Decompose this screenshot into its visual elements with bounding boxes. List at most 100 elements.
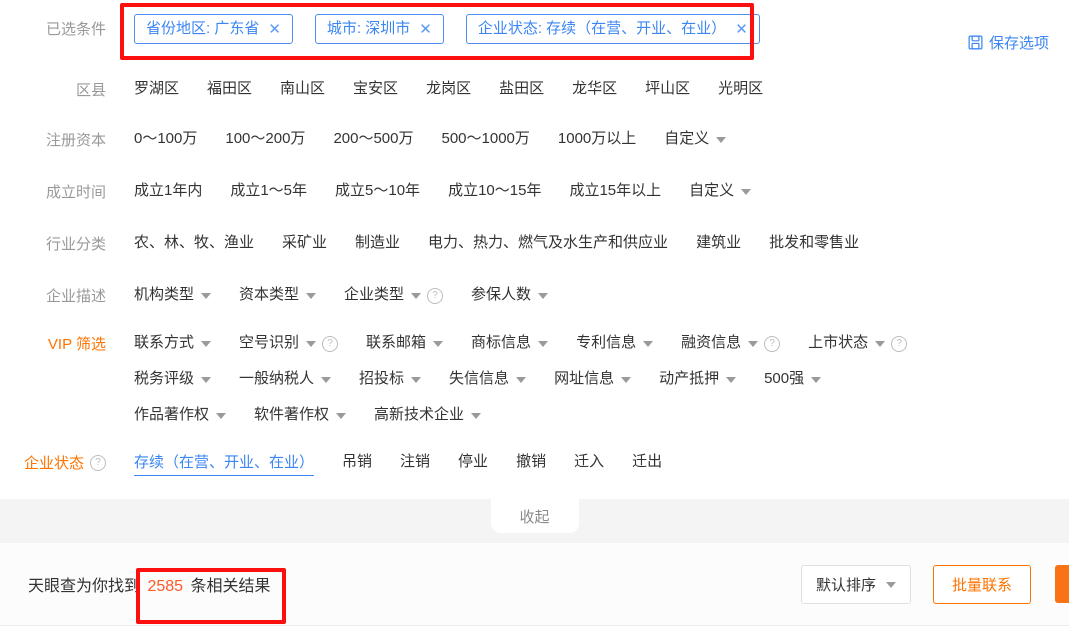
industry-option-5[interactable]: 批发和零售业 — [769, 229, 859, 257]
industry-option-3[interactable]: 电力、热力、燃气及水生产和供应业 — [428, 229, 668, 257]
close-icon[interactable]: ✕ — [268, 22, 281, 37]
filter-label-status: 企业状态 — [23, 454, 84, 472]
vip-option-1-3[interactable]: 失信信息 — [449, 365, 527, 393]
district-option-8[interactable]: 光明区 — [718, 75, 763, 103]
founded-option-label: 成立15年以上 — [569, 182, 662, 199]
vip-option-0-0[interactable]: 联系方式 — [134, 329, 212, 357]
district-option-1[interactable]: 福田区 — [207, 75, 252, 103]
status-option-1[interactable]: 吊销 — [342, 448, 372, 476]
help-icon[interactable]: ? — [90, 455, 106, 471]
bulk-contact-button[interactable]: 批量联系 — [932, 564, 1031, 604]
tag-label: 省份地区: 广东省 — [146, 20, 260, 37]
sort-dropdown[interactable]: 默认排序 — [800, 564, 911, 604]
district-option-label: 龙岗区 — [426, 80, 472, 97]
vip-option-2-1[interactable]: 软件著作权 — [254, 401, 347, 429]
status-option-2[interactable]: 注销 — [400, 448, 430, 476]
side-action-button[interactable] — [1055, 565, 1069, 603]
description-option-3[interactable]: 参保人数 — [471, 281, 549, 309]
capital-option-custom-5[interactable]: 自定义 — [664, 125, 727, 153]
industry-option-2[interactable]: 制造业 — [355, 229, 400, 257]
results-summary: 天眼查为你找到 2585 条相关结果 — [0, 572, 271, 596]
industry-option-0[interactable]: 农、林、牧、渔业 — [134, 229, 254, 257]
close-icon[interactable]: ✕ — [735, 22, 748, 37]
vip-option-1-label: 招投标 — [359, 370, 405, 387]
status-option-4[interactable]: 撤销 — [516, 448, 546, 476]
vip-option-0-5[interactable]: 融资信息? — [681, 329, 781, 357]
founded-option-custom-5[interactable]: 自定义 — [689, 177, 752, 205]
vip-line-1: 税务评级 一般纳税人 招投标 失信信息 网址信息 动产抵押 500强 — [134, 365, 849, 393]
description-option-2[interactable]: 企业类型? — [344, 281, 444, 309]
vip-option-1-6[interactable]: 500强 — [764, 365, 822, 393]
vip-option-1-0[interactable]: 税务评级 — [134, 365, 212, 393]
capital-option-4[interactable]: 1000万以上 — [558, 125, 636, 153]
help-icon[interactable]: ? — [764, 336, 781, 352]
district-option-3[interactable]: 宝安区 — [353, 75, 398, 103]
vip-option-2-2[interactable]: 高新技术企业 — [374, 401, 482, 429]
close-icon[interactable]: ✕ — [419, 22, 432, 37]
capital-option-label: 500～1000万 — [441, 130, 530, 147]
help-icon[interactable]: ? — [322, 336, 339, 352]
district-option-2[interactable]: 南山区 — [280, 75, 325, 103]
filter-options-capital: 0～100万 100～200万 200～500万 500～1000万 1000万以上 自定… — [106, 125, 1069, 153]
vip-option-0-6[interactable]: 上市状态? — [808, 329, 908, 357]
help-icon[interactable]: ? — [891, 336, 908, 352]
filter-row-district: 区县 罗湖区 福田区 南山区 宝安区 龙岗区 盐田区 龙华区 坪山区 光明区 — [0, 65, 1069, 113]
vip-option-0-label: 联系邮箱 — [366, 334, 427, 351]
chevron-down-icon — [621, 377, 632, 383]
collapse-button[interactable]: 收起 — [490, 499, 579, 533]
district-option-label: 坪山区 — [645, 80, 691, 97]
district-option-0[interactable]: 罗湖区 — [134, 75, 179, 103]
founded-option-2[interactable]: 成立5～10年 — [335, 177, 420, 205]
capital-option-3[interactable]: 500～1000万 — [442, 125, 530, 153]
tag-city[interactable]: 城市: 深圳市 ✕ — [314, 14, 444, 44]
filter-options-industry: 农、林、牧、渔业 采矿业 制造业 电力、热力、燃气及水生产和供应业 建筑业 批发和零售业 — [106, 229, 1069, 257]
vip-option-0-label: 专利信息 — [576, 334, 637, 351]
district-option-6[interactable]: 龙华区 — [572, 75, 617, 103]
results-count: 2585 — [147, 578, 184, 595]
status-option-3[interactable]: 停业 — [458, 448, 488, 476]
tag-status[interactable]: 企业状态: 存续（在营、开业、在业） ✕ — [465, 14, 760, 44]
chevron-down-icon — [321, 377, 332, 383]
vip-option-0-3[interactable]: 商标信息 — [471, 329, 549, 357]
tag-province[interactable]: 省份地区: 广东省 ✕ — [134, 14, 293, 44]
founded-option-1[interactable]: 成立1～5年 — [230, 177, 307, 205]
district-option-4[interactable]: 龙岗区 — [426, 75, 471, 103]
status-option-5[interactable]: 迁入 — [574, 448, 604, 476]
vip-option-0-4[interactable]: 专利信息 — [576, 329, 654, 357]
vip-option-0-2[interactable]: 联系邮箱 — [366, 329, 444, 357]
industry-option-label: 制造业 — [355, 234, 401, 251]
description-option-0[interactable]: 机构类型 — [134, 281, 212, 309]
vip-option-1-4[interactable]: 网址信息 — [554, 365, 632, 393]
status-option-6[interactable]: 迁出 — [632, 448, 662, 476]
founded-option-0[interactable]: 成立1年内 — [134, 177, 202, 205]
collapse-strip: 收起 — [0, 499, 1069, 543]
vip-option-1-5[interactable]: 动产抵押 — [659, 365, 737, 393]
filter-label-founded: 成立时间 — [45, 183, 106, 201]
industry-option-1[interactable]: 采矿业 — [282, 229, 327, 257]
founded-option-label: 成立5～10年 — [335, 182, 421, 199]
capital-option-0[interactable]: 0～100万 — [134, 125, 197, 153]
save-options-button[interactable]: 保存选项 — [968, 14, 1069, 53]
description-option-label: 机构类型 — [134, 286, 195, 303]
district-option-7[interactable]: 坪山区 — [645, 75, 690, 103]
capital-option-2[interactable]: 200～500万 — [333, 125, 413, 153]
filter-label-district: 区县 — [75, 81, 106, 99]
capital-option-1[interactable]: 100～200万 — [225, 125, 305, 153]
chevron-down-icon — [811, 377, 822, 383]
vip-option-1-1[interactable]: 一般纳税人 — [239, 365, 332, 393]
results-bar: 天眼查为你找到 2585 条相关结果 默认排序 批量联系 — [0, 543, 1069, 626]
vip-option-0-1[interactable]: 空号识别? — [239, 329, 339, 357]
help-icon[interactable]: ? — [427, 288, 444, 304]
vip-option-1-label: 500强 — [764, 370, 805, 387]
description-option-1[interactable]: 资本类型 — [239, 281, 317, 309]
filter-row-vip: VIP 筛选 联系方式 空号识别? 联系邮箱 商标信息 专利信息 融资信息? 上市状态? 税务… — [0, 321, 1069, 435]
founded-option-3[interactable]: 成立10～15年 — [448, 177, 541, 205]
vip-option-0-label: 融资信息 — [681, 334, 742, 351]
chevron-down-icon — [748, 341, 759, 347]
status-option-0[interactable]: 存续（在营、开业、在业） — [134, 449, 315, 476]
vip-option-2-0[interactable]: 作品著作权 — [134, 401, 227, 429]
industry-option-4[interactable]: 建筑业 — [696, 229, 741, 257]
district-option-5[interactable]: 盐田区 — [499, 75, 544, 103]
founded-option-4[interactable]: 成立15年以上 — [569, 177, 661, 205]
vip-option-1-2[interactable]: 招投标 — [359, 365, 422, 393]
